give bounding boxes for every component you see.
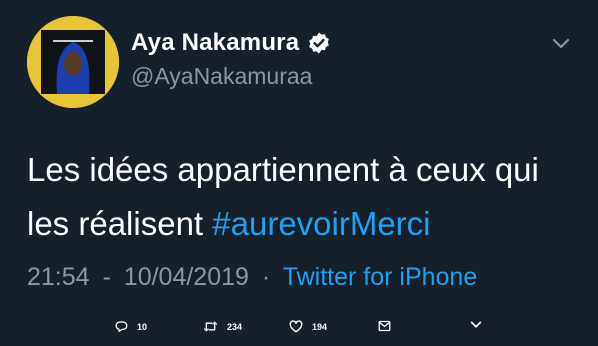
retweet-button[interactable]: 234 — [203, 320, 242, 333]
retweet-count: 234 — [227, 321, 243, 332]
user-handle[interactable]: @AyaNakamuraa — [131, 63, 312, 90]
verified-badge-icon — [307, 31, 331, 55]
display-name[interactable]: Aya Nakamura — [131, 29, 331, 57]
tweet-card: Aya Nakamura @AyaNakamuraa Les idées app… — [0, 0, 598, 346]
direct-message-icon — [378, 320, 391, 332]
chevron-down-icon[interactable] — [551, 37, 571, 51]
share-chevron-icon — [470, 321, 482, 328]
avatar[interactable] — [27, 16, 119, 108]
hashtag-link[interactable]: #aurevoirMerci — [212, 205, 430, 242]
direct-message-button[interactable] — [378, 320, 400, 332]
like-count: 194 — [312, 321, 328, 332]
retweet-icon — [203, 321, 218, 332]
tweet-text: Les idées appartiennent à ceux qui les r… — [27, 143, 567, 251]
like-button[interactable]: 194 — [289, 320, 327, 333]
reply-icon — [115, 321, 128, 333]
tweet-text-line1: Les idées appartiennent à ceux qui — [27, 151, 539, 188]
reply-button[interactable]: 10 — [115, 320, 147, 333]
like-icon — [289, 320, 303, 333]
tweet-text-plain: les réalisent — [27, 205, 204, 242]
tweet-time[interactable]: 21:54 — [27, 263, 90, 291]
tweet-meta: 21:54 - 10/04/2019 · Twitter for iPhone — [27, 263, 477, 292]
meta-separator: - — [102, 263, 111, 291]
tweet-text-line2: les réalisent #aurevoirMerci — [27, 197, 567, 251]
share-button[interactable] — [470, 320, 491, 330]
tweet-source-link[interactable]: Twitter for iPhone — [283, 263, 478, 291]
avatar-photo — [27, 16, 119, 108]
display-name-text[interactable]: Aya Nakamura — [131, 29, 299, 57]
meta-separator-dot: · — [261, 263, 271, 291]
tweet-actions: 10 234 194 — [0, 320, 598, 342]
tweet-date[interactable]: 10/04/2019 — [124, 263, 249, 291]
reply-count: 10 — [137, 321, 148, 332]
